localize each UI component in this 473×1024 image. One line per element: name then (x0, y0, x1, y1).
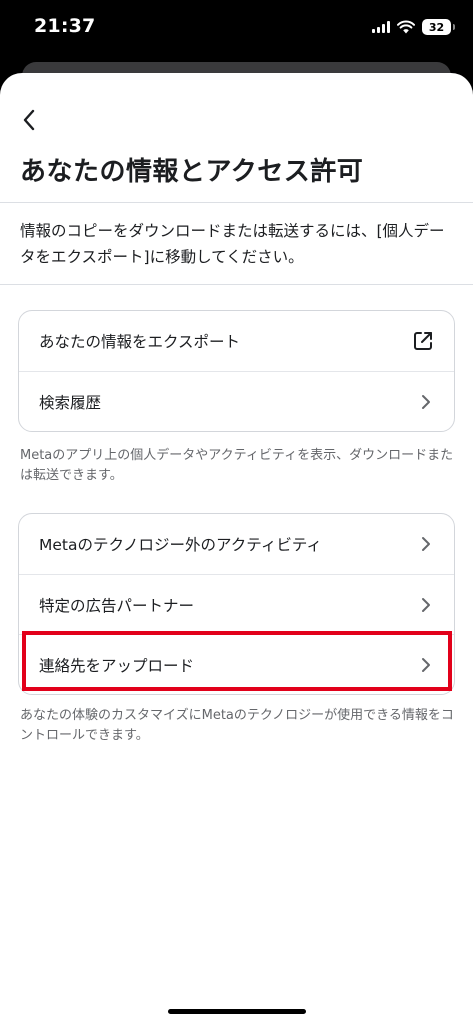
off-meta-activity-row[interactable]: Metaのテクノロジー外のアクティビティ (19, 514, 454, 574)
chevron-left-icon (23, 109, 35, 131)
chevron-right-icon (418, 657, 434, 673)
upload-contacts-label: 連絡先をアップロード (39, 656, 195, 675)
status-icons: 32 (372, 19, 455, 35)
wifi-icon (397, 20, 415, 34)
chevron-right-icon (418, 394, 434, 410)
back-button[interactable] (14, 105, 44, 135)
ad-partners-label: 特定の広告パートナー (39, 596, 195, 615)
section2-caption: あなたの体験のカスタマイズにMetaのテクノロジーが使用できる情報をコントロール… (20, 708, 454, 743)
activity-card: Metaのテクノロジー外のアクティビティ 特定の広告パートナー 連絡先をアップロ… (18, 513, 455, 695)
search-history-label: 検索履歴 (39, 393, 102, 412)
home-indicator (168, 1009, 306, 1014)
export-info-row[interactable]: あなたの情報をエクスポート (19, 311, 454, 371)
status-bar: 21:37 32 (0, 0, 473, 62)
chevron-right-icon (418, 597, 434, 613)
chevron-right-icon (418, 536, 434, 552)
search-history-row[interactable]: 検索履歴 (19, 371, 454, 431)
external-link-icon (412, 330, 434, 352)
battery-icon: 32 (422, 19, 455, 35)
export-info-label: あなたの情報をエクスポート (39, 333, 241, 351)
ad-partners-row[interactable]: 特定の広告パートナー (19, 574, 454, 634)
upload-contacts-row[interactable]: 連絡先をアップロード (19, 634, 454, 694)
section1-caption: Metaのアプリ上の個人データやアクティビティを表示、ダウンロードまたは転送でき… (20, 448, 454, 483)
signal-icon (372, 21, 390, 33)
divider (0, 202, 473, 203)
page-title: あなたの情報とアクセス許可 (20, 157, 364, 187)
intro-text: 情報のコピーをダウンロードまたは転送するには、[個人データをエクスポート]に移動… (20, 222, 445, 266)
status-time: 21:37 (34, 15, 96, 37)
info-card: あなたの情報をエクスポート 検索履歴 (18, 310, 455, 432)
divider (0, 284, 473, 285)
off-meta-activity-label: Metaのテクノロジー外のアクティビティ (39, 536, 322, 554)
